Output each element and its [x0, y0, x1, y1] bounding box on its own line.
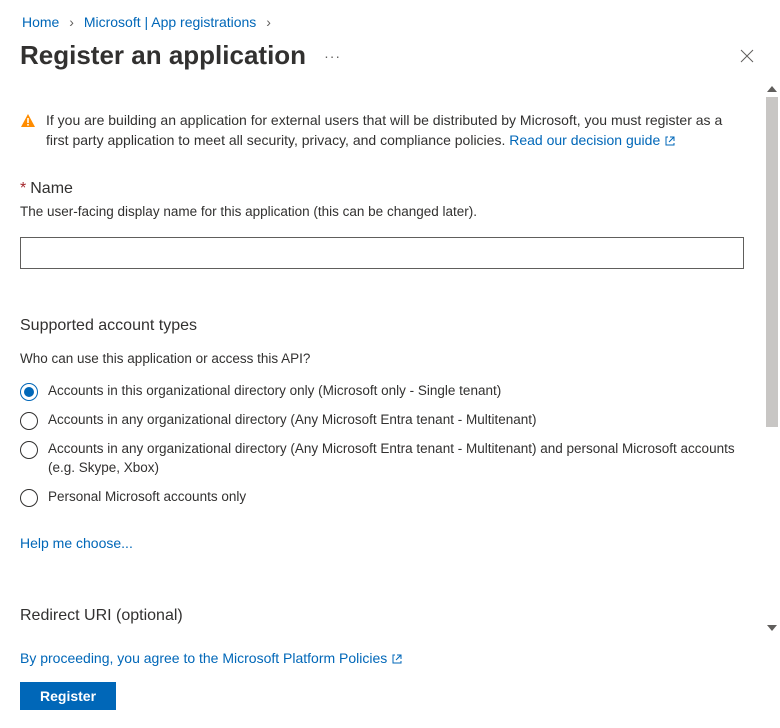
radio-icon [20, 412, 38, 430]
external-link-icon [391, 652, 403, 668]
name-label: *Name [20, 180, 744, 198]
radio-multitenant[interactable]: Accounts in any organizational directory… [20, 411, 744, 430]
scroll-down-arrow-icon[interactable] [764, 620, 780, 636]
policies-text: By proceeding, you agree to the Microsof… [20, 650, 760, 668]
account-types-heading: Supported account types [20, 317, 744, 335]
warning-text: If you are building an application for e… [46, 111, 744, 152]
name-description: The user-facing display name for this ap… [20, 204, 744, 219]
register-button[interactable]: Register [20, 682, 116, 710]
more-actions-button[interactable]: ··· [324, 48, 341, 64]
redirect-uri-section: Redirect URI (optional) We'll return the… [20, 607, 744, 636]
radio-icon [20, 489, 38, 507]
scroll-up-arrow-icon[interactable] [764, 81, 780, 97]
radio-single-tenant[interactable]: Accounts in this organizational director… [20, 382, 744, 401]
close-button[interactable] [734, 43, 760, 69]
account-types-subtext: Who can use this application or access t… [20, 351, 744, 366]
page-header: Register an application ··· [0, 34, 780, 81]
radio-label: Accounts in any organizational directory… [48, 411, 536, 430]
warning-alert: If you are building an application for e… [20, 111, 744, 152]
decision-guide-link[interactable]: Read our decision guide [509, 132, 676, 148]
redirect-uri-heading: Redirect URI (optional) [20, 607, 744, 625]
form-content: If you are building an application for e… [0, 81, 764, 636]
vertical-scrollbar[interactable] [764, 81, 780, 636]
external-link-icon [664, 133, 676, 153]
required-indicator: * [20, 180, 26, 197]
radio-label: Accounts in this organizational director… [48, 382, 501, 401]
account-types-radio-group: Accounts in this organizational director… [20, 382, 744, 507]
chevron-right-icon: › [260, 14, 277, 30]
close-icon [740, 49, 754, 63]
breadcrumb: Home › Microsoft | App registrations › [0, 0, 780, 34]
radio-label: Personal Microsoft accounts only [48, 488, 246, 507]
chevron-right-icon: › [63, 14, 80, 30]
warning-icon [20, 113, 36, 132]
radio-icon [20, 383, 38, 401]
help-me-choose-link[interactable]: Help me choose... [20, 535, 133, 551]
account-types-section: Supported account types Who can use this… [20, 317, 744, 551]
name-input[interactable] [20, 237, 744, 269]
radio-icon [20, 441, 38, 459]
breadcrumb-app-registrations[interactable]: Microsoft | App registrations [84, 14, 256, 30]
breadcrumb-home[interactable]: Home [22, 14, 59, 30]
page-title: Register an application [20, 40, 306, 71]
radio-label: Accounts in any organizational directory… [48, 440, 744, 478]
radio-multitenant-personal[interactable]: Accounts in any organizational directory… [20, 440, 744, 478]
radio-personal-only[interactable]: Personal Microsoft accounts only [20, 488, 744, 507]
scrollbar-thumb[interactable] [766, 97, 778, 427]
platform-policies-link[interactable]: By proceeding, you agree to the Microsof… [20, 650, 403, 666]
footer: By proceeding, you agree to the Microsof… [0, 636, 780, 728]
